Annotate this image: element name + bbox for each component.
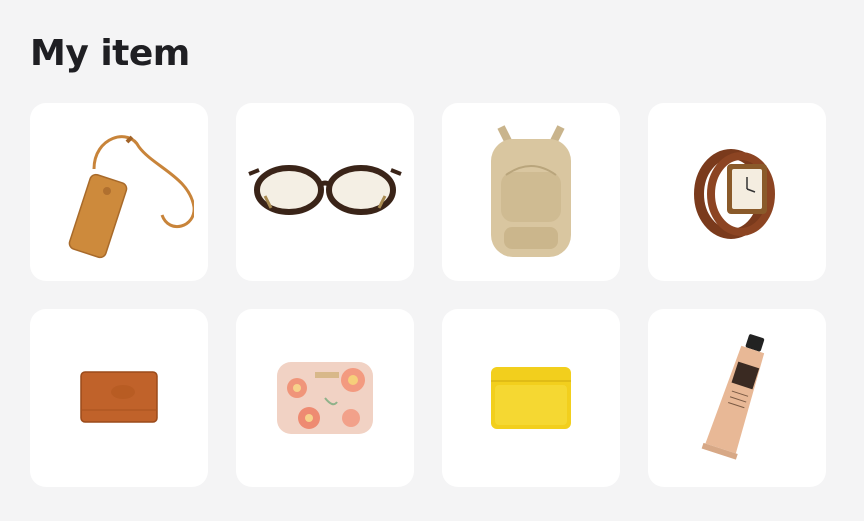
item-card-eyeglasses[interactable]	[236, 103, 414, 281]
wristwatch-icon	[694, 149, 775, 239]
item-card-hand-cream-tube[interactable]	[648, 309, 826, 487]
item-card-backpack[interactable]	[442, 103, 620, 281]
item-card-leather-wallet[interactable]	[30, 309, 208, 487]
hand-cream-tube-icon	[701, 334, 765, 460]
yellow-wallet-icon	[491, 367, 571, 429]
item-card-phone-pouch[interactable]	[30, 103, 208, 281]
floral-pouch-icon	[277, 362, 373, 434]
page-title: My item	[30, 33, 190, 74]
item-grid	[30, 103, 826, 487]
eyeglasses-icon	[248, 165, 402, 215]
phone-shoulder-pouch-icon	[68, 135, 194, 259]
item-card-wristwatch[interactable]	[648, 103, 826, 281]
leather-wallet-icon	[80, 371, 158, 423]
backpack-icon	[491, 125, 571, 257]
item-card-yellow-wallet[interactable]	[442, 309, 620, 487]
item-card-floral-pouch[interactable]	[236, 309, 414, 487]
